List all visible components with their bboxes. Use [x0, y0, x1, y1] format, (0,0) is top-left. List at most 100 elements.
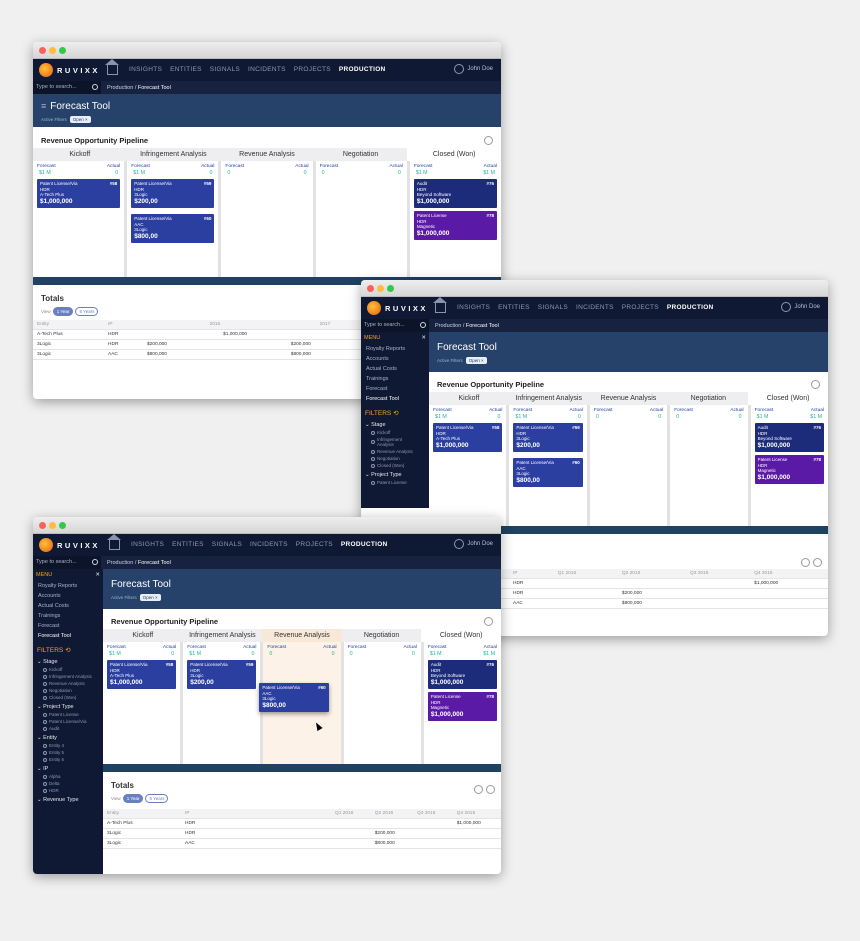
filter-option[interactable]: Closed (Won) — [33, 694, 103, 701]
minimize-dot[interactable] — [49, 522, 56, 529]
home-icon[interactable] — [107, 534, 121, 550]
stage-kickoff[interactable]: Kickoff — [33, 148, 127, 161]
sidebar-item-trainings[interactable]: Trainings — [361, 374, 429, 384]
opportunity-card[interactable]: #58 Patent License/Via HDR A-Tech Plus $1,00… — [433, 423, 503, 452]
filter-option[interactable]: Patent License — [361, 479, 429, 486]
view-1-year[interactable]: 1 Year — [122, 794, 144, 803]
opportunity-card[interactable]: #59 Patent License/Via HDR 3Logic $200,00 — [131, 179, 215, 208]
stage-revenue[interactable]: Revenue Analysis — [220, 148, 314, 161]
view-1-year[interactable]: 1 Year — [52, 307, 74, 316]
stage-infringement[interactable]: Infringement Analysis — [127, 148, 221, 161]
nav-entities[interactable]: ENTITIES — [172, 541, 204, 548]
download-icon[interactable] — [474, 784, 483, 794]
filter-option[interactable]: Kickoff — [361, 429, 429, 436]
download-icon[interactable] — [484, 617, 493, 626]
opportunity-card[interactable]: #76 Audit HDR Beyond Software $1,000,000 — [413, 179, 498, 208]
stage-negotiation[interactable]: Negotiation — [314, 148, 408, 161]
stage-kickoff[interactable]: Kickoff — [429, 392, 509, 405]
minimize-dot[interactable] — [377, 285, 384, 292]
nav-production[interactable]: PRODUCTION — [339, 66, 386, 73]
sidebar-item-actual-costs[interactable]: Actual Costs — [33, 601, 103, 611]
view-5-years[interactable]: 5 Years — [75, 307, 99, 316]
filter-group-project-type[interactable]: ⌄ Project Type — [33, 701, 103, 711]
sidebar-item-royalty[interactable]: Royalty Reports — [361, 344, 429, 354]
nav-incidents[interactable]: INCIDENTS — [576, 304, 614, 311]
dragged-opportunity-card[interactable]: #60 Patent License/Via AAC 3Logic $800,00 — [259, 683, 329, 712]
filter-option[interactable]: Infringement Analysis — [33, 673, 103, 680]
filter-chip[interactable]: Open × — [465, 357, 487, 364]
opportunity-card[interactable]: #76 Audit HDR Beyond Software $1,000,000 — [754, 423, 825, 452]
nav-insights[interactable]: INSIGHTS — [131, 541, 164, 548]
logo[interactable]: RUVIXX — [39, 538, 100, 552]
filter-chip[interactable]: Open × — [69, 116, 91, 123]
nav-insights[interactable]: INSIGHTS — [129, 66, 162, 73]
refresh-icon[interactable]: ⟲ — [393, 410, 398, 417]
filter-option[interactable]: Entity 4 — [33, 742, 103, 749]
sidebar-item-royalty[interactable]: Royalty Reports — [33, 581, 103, 591]
filter-group-stage[interactable]: ⌄ Stage — [361, 419, 429, 429]
nav-signals[interactable]: SIGNALS — [538, 304, 568, 311]
filter-group-stage[interactable]: ⌄ Stage — [33, 656, 103, 666]
nav-projects[interactable]: PROJECTS — [296, 541, 333, 548]
nav-entities[interactable]: ENTITIES — [170, 66, 202, 73]
filter-option[interactable]: Revenue Analysis — [33, 680, 103, 687]
opportunity-card[interactable]: #59 Patent License/Via HDR 3Logic $200,00 — [513, 423, 583, 452]
sidebar-item-forecast[interactable]: Forecast — [361, 384, 429, 394]
filter-group-project-type[interactable]: ⌄ Project Type — [361, 469, 429, 479]
stage-closed[interactable]: Closed (Won) — [748, 392, 828, 405]
filter-option[interactable]: Entity 6 — [33, 756, 103, 763]
filter-option[interactable]: Closed (Won) — [361, 462, 429, 469]
stage-infringement[interactable]: Infringement Analysis — [509, 392, 589, 405]
opportunity-card[interactable]: #60 Patent License/Via AAC 3Logic $800,00 — [513, 458, 583, 487]
stage-closed[interactable]: Closed (Won) — [407, 148, 501, 161]
gear-icon[interactable] — [813, 558, 822, 567]
sidebar-item-forecast-tool[interactable]: Forecast Tool — [361, 394, 429, 404]
filter-group-entity[interactable]: ⌄ Entity — [33, 732, 103, 742]
nav-incidents[interactable]: INCIDENTS — [250, 541, 288, 548]
filter-option[interactable]: HDR — [33, 787, 103, 794]
search-input[interactable]: Type to search... — [33, 81, 101, 94]
opportunity-card[interactable]: #78 Patent License HDR Magnetic $1,000,000 — [427, 692, 498, 721]
maximize-dot[interactable] — [59, 47, 66, 54]
nav-incidents[interactable]: INCIDENTS — [248, 66, 286, 73]
nav-insights[interactable]: INSIGHTS — [457, 304, 490, 311]
download-icon[interactable] — [801, 558, 810, 567]
filter-option[interactable]: Entity 5 — [33, 749, 103, 756]
search-input[interactable]: Type to search... — [361, 319, 429, 332]
search-input[interactable]: Type to search... — [33, 556, 101, 569]
opportunity-card[interactable]: #58 Patent License/Via HDR A-Tech Plus $1,00… — [107, 660, 177, 689]
close-dot[interactable] — [39, 47, 46, 54]
nav-projects[interactable]: PROJECTS — [294, 66, 331, 73]
filter-option[interactable]: Alpha — [33, 773, 103, 780]
opportunity-card[interactable]: #78 Patent License HDR Magnetic $1,000,000 — [413, 211, 498, 240]
close-icon[interactable]: ✕ — [421, 335, 426, 341]
sidebar-item-forecast[interactable]: Forecast — [33, 621, 103, 631]
filter-option[interactable]: Negotiation — [33, 687, 103, 694]
filter-option[interactable]: Kickoff — [33, 666, 103, 673]
nav-signals[interactable]: SIGNALS — [212, 541, 242, 548]
filter-group-revenue-type[interactable]: ⌄ Revenue Type — [33, 794, 103, 804]
download-icon[interactable] — [811, 380, 820, 389]
sidebar-item-accounts[interactable]: Accounts — [33, 591, 103, 601]
logo[interactable]: RUVIXX — [367, 301, 428, 315]
sidebar-item-actual-costs[interactable]: Actual Costs — [361, 364, 429, 374]
opportunity-card[interactable]: #59 Patent License/Via HDR 3Logic $200,00 — [187, 660, 257, 689]
filter-option[interactable]: Patent License/Via — [33, 718, 103, 725]
stage-revenue[interactable]: Revenue Analysis — [589, 392, 669, 405]
maximize-dot[interactable] — [59, 522, 66, 529]
sidebar-item-accounts[interactable]: Accounts — [361, 354, 429, 364]
user-menu[interactable]: John Doe — [454, 64, 493, 74]
refresh-icon[interactable]: ⟲ — [65, 647, 70, 654]
stage-revenue[interactable]: Revenue Analysis — [262, 629, 342, 642]
sidebar-item-trainings[interactable]: Trainings — [33, 611, 103, 621]
close-icon[interactable]: ✕ — [95, 572, 100, 578]
nav-production[interactable]: PRODUCTION — [667, 304, 714, 311]
gear-icon[interactable] — [486, 784, 495, 794]
sidebar-item-forecast-tool[interactable]: Forecast Tool — [33, 631, 103, 641]
home-icon[interactable] — [105, 59, 119, 75]
search-icon[interactable] — [420, 322, 426, 328]
opportunity-card[interactable]: #76 Audit HDR Beyond Software $1,000,000 — [427, 660, 498, 689]
nav-production[interactable]: PRODUCTION — [341, 541, 388, 548]
search-icon[interactable] — [92, 559, 98, 565]
close-dot[interactable] — [367, 285, 374, 292]
